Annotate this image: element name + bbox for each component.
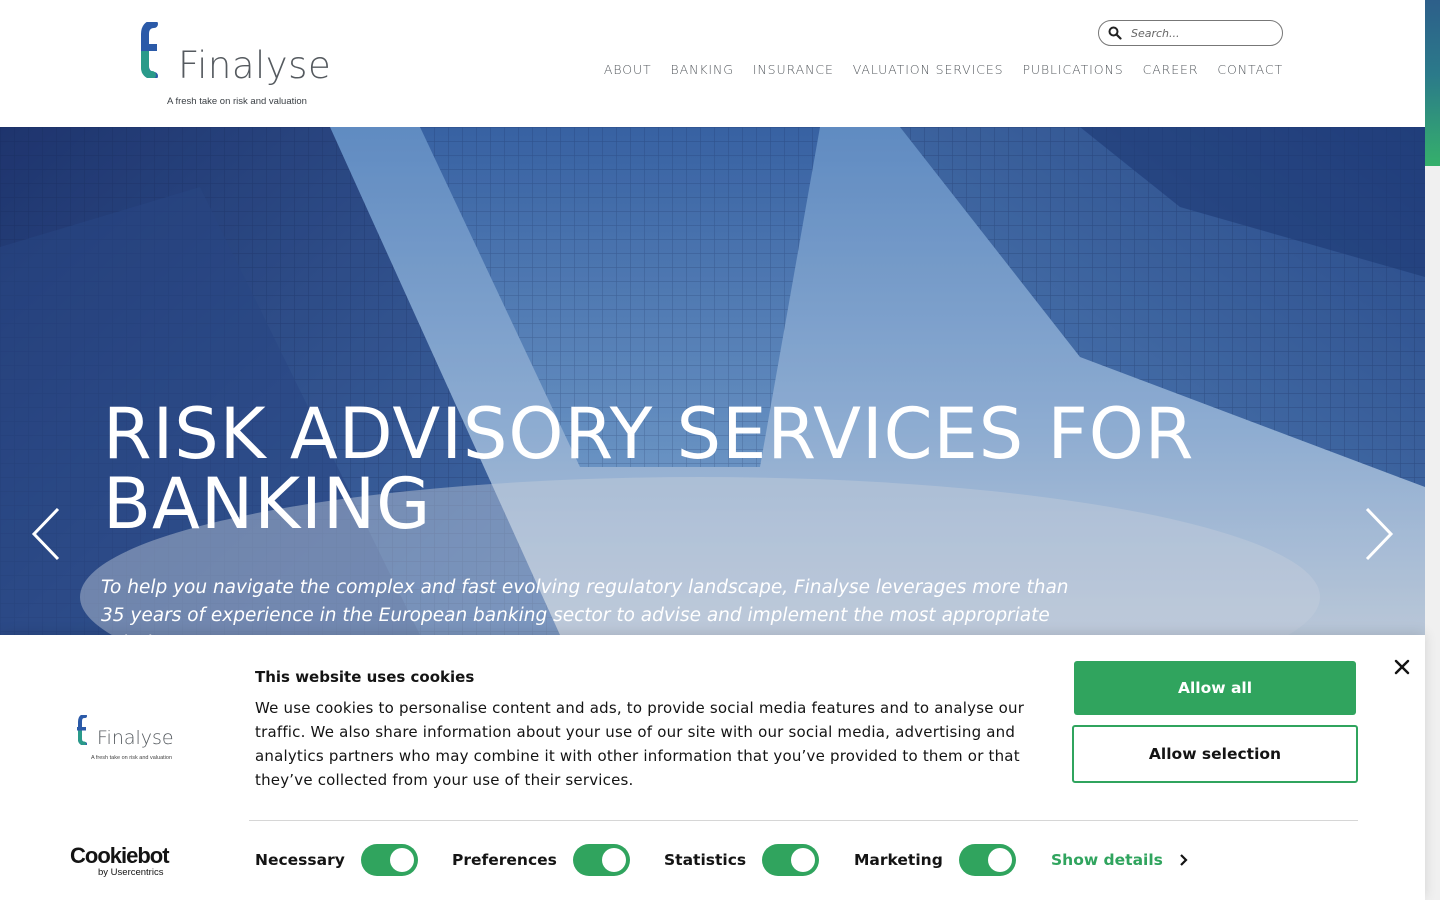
scrollbar-thumb[interactable] xyxy=(1425,0,1440,166)
page: Finalyse A fresh take on risk and valuat… xyxy=(0,0,1440,900)
finalyse-logo-mark xyxy=(77,715,87,745)
search-box[interactable] xyxy=(1098,20,1283,46)
toggle-knob xyxy=(791,848,816,872)
scrollbar[interactable] xyxy=(1425,0,1440,900)
toggle-necessary[interactable] xyxy=(360,844,418,876)
toggle-knob xyxy=(601,848,626,872)
nav-item-publications[interactable]: PUBLICATIONS xyxy=(1022,62,1123,77)
cookie-description: We use cookies to personalise content an… xyxy=(255,699,1025,789)
show-details-link[interactable]: Show details xyxy=(1051,843,1188,877)
nav-item-career[interactable]: CAREER xyxy=(1143,62,1199,77)
cookie-banner-logo: Finalyse A fresh take on risk and valuat… xyxy=(77,715,174,765)
allow-all-button[interactable]: Allow all xyxy=(1074,661,1356,715)
consent-label-statistics: Statistics xyxy=(664,851,747,869)
consent-label-preferences: Preferences xyxy=(452,851,557,869)
hero-background-image xyxy=(0,127,1425,635)
cookie-banner: Finalyse A fresh take on risk and valuat… xyxy=(0,635,1425,900)
close-icon[interactable] xyxy=(1393,658,1411,676)
allow-selection-button[interactable]: Allow selection xyxy=(1072,725,1358,783)
toggle-knob xyxy=(987,848,1012,872)
consent-label-marketing: Marketing xyxy=(854,851,943,869)
consent-label-necessary: Necessary xyxy=(255,851,345,869)
consent-necessary: Necessary xyxy=(255,843,418,877)
cookiebot-name: Cookiebot xyxy=(70,843,170,868)
consent-preferences: Preferences xyxy=(452,843,630,877)
cookiebot-logo[interactable]: Cookiebot by Usercentrics xyxy=(70,843,180,879)
main-nav: ABOUT BANKING INSURANCE VALUATION SERVIC… xyxy=(585,62,1283,77)
toggle-marketing[interactable] xyxy=(958,844,1016,876)
consent-toggles: Necessary Preferences Statistics Marketi… xyxy=(255,843,1365,877)
cookie-logo-wordmark: Finalyse xyxy=(97,727,174,749)
show-details-label: Show details xyxy=(1051,851,1163,869)
hero-subtitle: To help you navigate the complex and fas… xyxy=(101,577,1069,635)
cookie-logo-tagline: A fresh take on risk and valuation xyxy=(91,755,173,761)
cookiebot-by: by Usercentrics xyxy=(98,867,164,878)
nav-item-banking[interactable]: BANKING xyxy=(671,62,734,77)
hero-title: RISK ADVISORY SERVICES FOR BANKING xyxy=(103,393,1195,545)
chevron-left-icon[interactable] xyxy=(31,507,61,561)
hero-slider: RISK ADVISORY SERVICES FOR BANKING To he… xyxy=(0,127,1425,635)
site-logo[interactable]: Finalyse A fresh take on risk and valuat… xyxy=(140,22,331,112)
nav-item-valuation-services[interactable]: VALUATION SERVICES xyxy=(853,62,1004,77)
consent-statistics: Statistics xyxy=(664,843,820,877)
cookie-title: This website uses cookies xyxy=(255,668,475,686)
cookie-divider xyxy=(249,820,1358,821)
nav-item-contact[interactable]: CONTACT xyxy=(1217,62,1283,77)
nav-item-about[interactable]: ABOUT xyxy=(604,62,652,77)
toggle-statistics[interactable] xyxy=(762,844,820,876)
finalyse-logo-mark xyxy=(141,22,158,78)
consent-marketing: Marketing xyxy=(854,843,1016,877)
site-header: Finalyse A fresh take on risk and valuat… xyxy=(0,0,1425,127)
toggle-knob xyxy=(389,848,414,872)
chevron-right-icon xyxy=(1180,854,1188,866)
logo-wordmark: Finalyse xyxy=(178,44,332,87)
toggle-preferences[interactable] xyxy=(572,844,630,876)
chevron-right-icon[interactable] xyxy=(1364,507,1394,561)
logo-tagline: A fresh take on risk and valuation xyxy=(167,96,307,107)
search-input[interactable] xyxy=(1131,24,1276,43)
nav-item-insurance[interactable]: INSURANCE xyxy=(753,62,834,77)
search-icon[interactable] xyxy=(1108,26,1122,40)
